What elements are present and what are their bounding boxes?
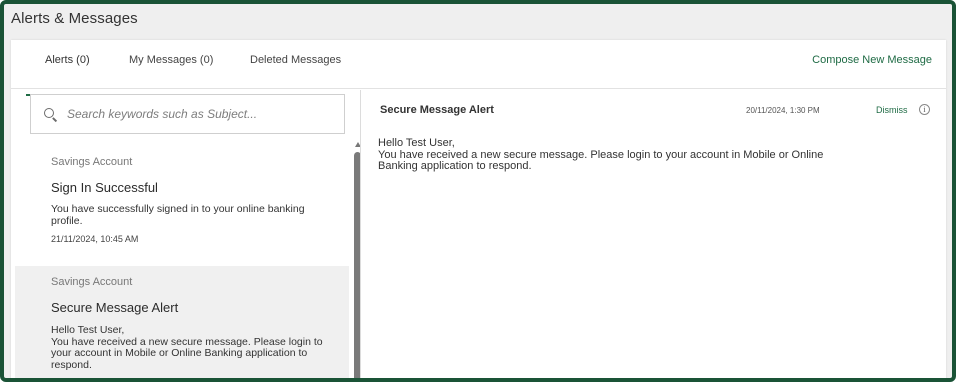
messages-card: Alerts (0) My Messages (0) Deleted Messa… [11, 40, 946, 378]
app-frame: Alerts & Messages Alerts (0) My Messages… [0, 0, 956, 382]
detail-body-text: You have received a new secure message. … [378, 148, 824, 172]
search-icon [43, 107, 58, 122]
message-category: Savings Account [51, 156, 133, 168]
info-icon[interactable]: i [919, 104, 930, 115]
message-category: Savings Account [51, 276, 133, 288]
search-box[interactable] [30, 94, 345, 134]
scroll-up-arrow-icon[interactable] [355, 142, 360, 147]
message-preview: Hello Test User, You have received a new… [51, 324, 331, 371]
tab-deleted-messages[interactable]: Deleted Messages [250, 54, 341, 78]
detail-title: Secure Message Alert [380, 104, 494, 116]
message-list-panel: Savings Account Sign In Successful You h… [11, 90, 361, 378]
scrollbar-thumb[interactable] [354, 152, 360, 378]
tab-my-messages[interactable]: My Messages (0) [129, 54, 213, 78]
message-date: 21/11/2024, 10:45 AM [51, 234, 139, 244]
page-title: Alerts & Messages [11, 10, 138, 27]
detail-body: Hello Test User, You have received a new… [378, 137, 848, 173]
search-input[interactable] [67, 107, 327, 121]
compose-new-message-link[interactable]: Compose New Message [812, 54, 932, 66]
message-preview: You have successfully signed in to your … [51, 203, 305, 227]
message-detail-panel: Secure Message Alert 20/11/2024, 1:30 PM… [362, 90, 946, 378]
dismiss-button[interactable]: Dismiss [876, 105, 908, 115]
tab-bar: Alerts (0) My Messages (0) Deleted Messa… [11, 40, 946, 96]
list-item[interactable]: Savings Account Secure Message Alert Hel… [15, 266, 349, 378]
message-subject: Sign In Successful [51, 180, 158, 195]
message-greeting: Hello Test User, [51, 324, 125, 336]
scrollbar[interactable] [354, 142, 360, 378]
message-subject: Secure Message Alert [51, 300, 179, 315]
detail-greeting: Hello Test User, [378, 137, 455, 149]
message-preview-text: You have received a new secure message. … [51, 335, 323, 371]
list-item[interactable]: Savings Account Sign In Successful You h… [15, 146, 349, 264]
detail-date: 20/11/2024, 1:30 PM [746, 106, 820, 115]
